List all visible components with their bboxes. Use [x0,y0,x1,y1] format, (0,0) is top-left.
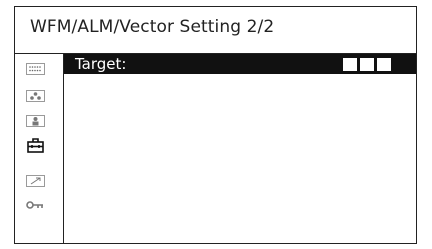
settings-window: WFM/ALM/Vector Setting 2/2 Target: [14,6,417,244]
three-dots-icon[interactable] [26,90,45,102]
sidebar [15,53,63,243]
dots-grid-icon[interactable] [26,63,45,75]
key-icon[interactable] [26,199,45,211]
sidebar-divider [63,53,64,243]
target-setting-row[interactable]: Target: [64,54,416,74]
arrow-diagonal-icon[interactable] [26,175,45,187]
target-value-block [377,57,391,71]
toolbox-icon[interactable] [26,137,45,153]
target-value-block [360,57,374,71]
page-title: WFM/ALM/Vector Setting 2/2 [30,17,275,37]
target-value[interactable] [343,57,391,71]
target-value-block [343,57,357,71]
person-icon[interactable] [26,115,45,127]
target-label: Target: [75,55,127,73]
